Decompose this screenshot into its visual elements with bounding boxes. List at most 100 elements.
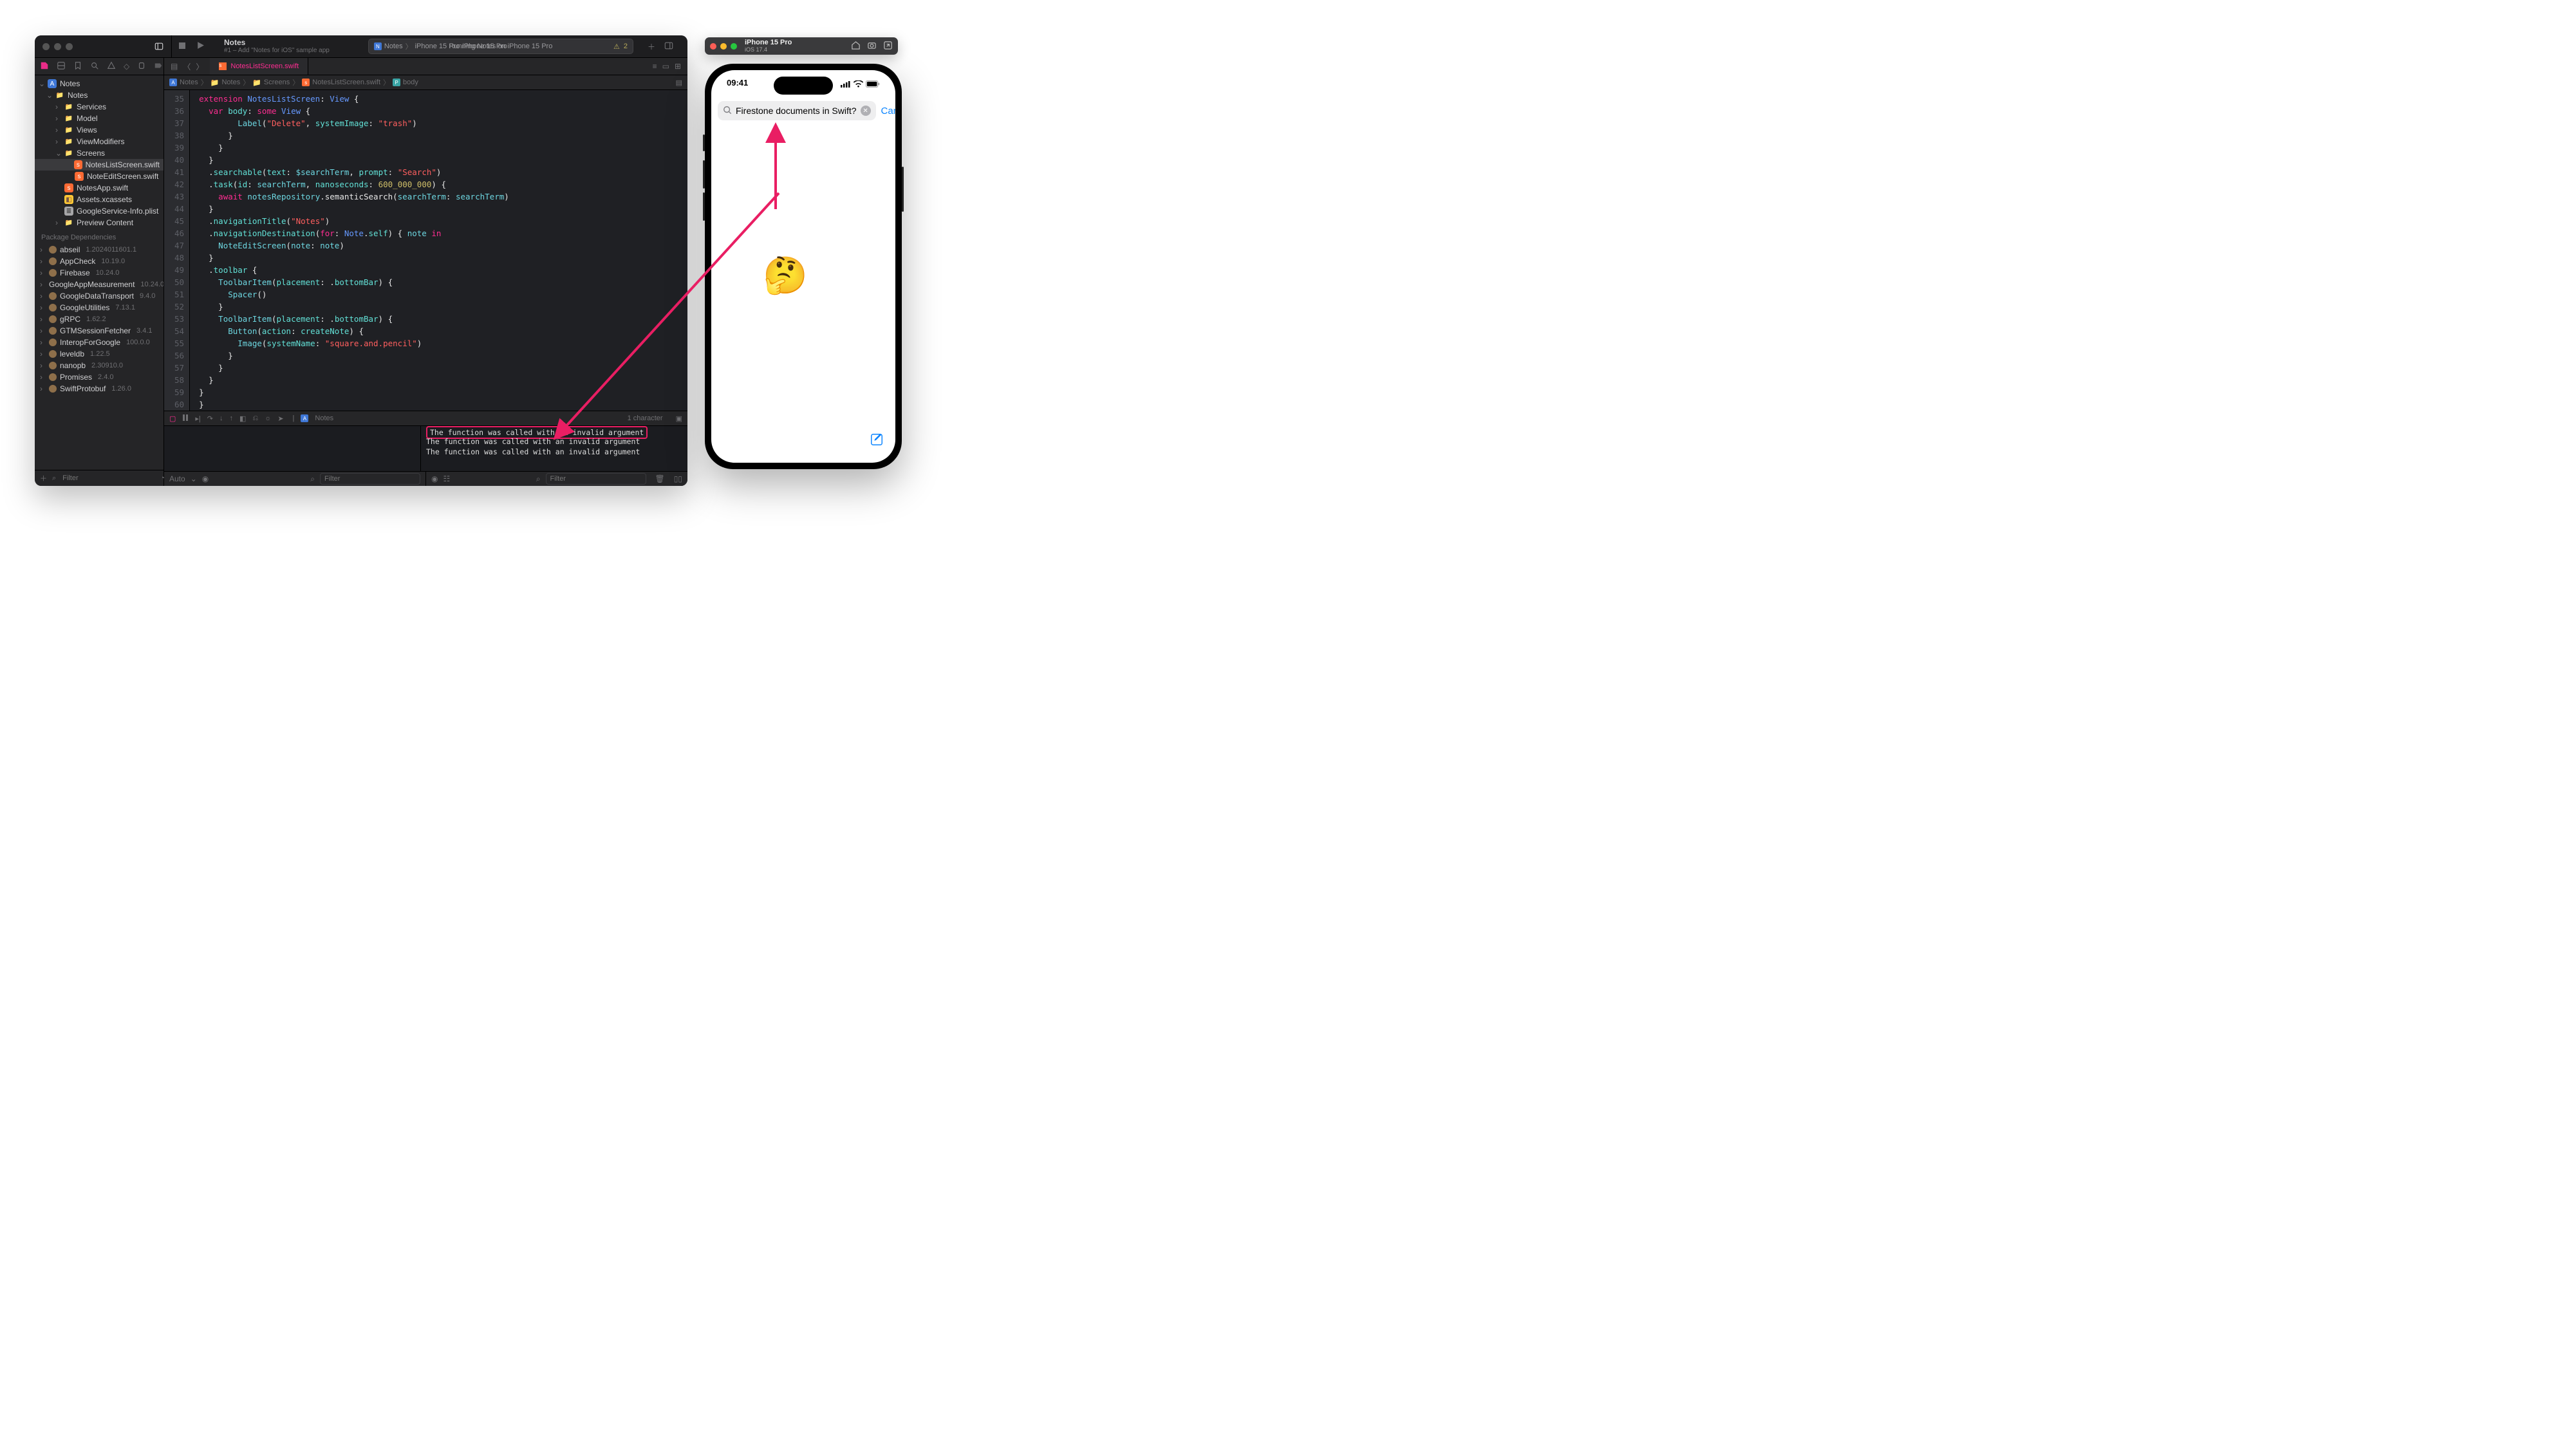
jump-bar[interactable]: ANotes〉 📁 Notes〉 📁 Screens〉 sNotesListSc… (164, 75, 687, 90)
debug-process-label[interactable]: Notes (315, 414, 333, 422)
traffic-max[interactable] (731, 43, 737, 50)
add-icon[interactable]: ＋ (648, 41, 655, 52)
home-icon[interactable] (851, 41, 861, 52)
step-over-icon[interactable]: ↷ (207, 414, 213, 423)
tree-folder-screens[interactable]: ⌄📁Screens (35, 147, 163, 159)
traffic-max[interactable] (66, 43, 73, 50)
continue-icon[interactable]: ▸| (195, 414, 200, 423)
console-eye-icon[interactable]: ◉ (431, 474, 438, 483)
traffic-close[interactable] (710, 43, 716, 50)
add-target-icon[interactable]: ＋ (40, 473, 47, 483)
location-sim-icon[interactable]: ➤ (277, 414, 283, 423)
phone-screen[interactable]: 09:41 Firestone documents in Swift? ✕ Ca… (711, 70, 895, 463)
library-icon[interactable] (664, 41, 673, 52)
console-output[interactable]: The function was called with an invalid … (421, 426, 687, 471)
package-dependency[interactable]: ›gRPC1.62.2 (35, 313, 163, 325)
phone-power-button[interactable] (902, 167, 904, 212)
nav-back-icon[interactable]: 〈 (183, 61, 191, 72)
tree-folder[interactable]: ›📁Model (35, 113, 163, 124)
filter-icon[interactable]: ⌕ (310, 474, 315, 484)
console-metadata-icon[interactable]: ☷ (443, 474, 450, 483)
code-editor[interactable]: 3536373839404142434445464748495051525354… (164, 90, 687, 411)
find-navigator-icon[interactable] (90, 61, 99, 72)
tree-file[interactable]: ›📁Preview Content (35, 217, 163, 228)
package-dependency[interactable]: ›Firebase10.24.0 (35, 267, 163, 279)
sidebar-toggle-icon[interactable] (154, 42, 163, 51)
hide-debug-icon[interactable]: ▢ (169, 414, 176, 423)
package-dependency[interactable]: ›nanopb2.30910.0 (35, 360, 163, 371)
package-dependency[interactable]: ›GTMSessionFetcher3.4.1 (35, 325, 163, 337)
step-out-icon[interactable]: ↑ (230, 414, 234, 422)
package-dependency[interactable]: ›GoogleUtilities7.13.1 (35, 302, 163, 313)
tree-file[interactable]: ◧Assets.xcassets (35, 194, 163, 205)
issue-navigator-icon[interactable] (107, 61, 116, 72)
screenshot-icon[interactable] (867, 41, 877, 52)
environment-overrides-icon[interactable]: ☼ (265, 414, 271, 422)
package-dependency[interactable]: ›SwiftProtobuf1.26.0 (35, 383, 163, 395)
bookmark-navigator-icon[interactable] (73, 61, 82, 72)
package-dependency[interactable]: ›Promises2.4.0 (35, 371, 163, 383)
tree-folder[interactable]: ›📁Services (35, 101, 163, 113)
filter-icon[interactable]: ⌕ (536, 474, 541, 484)
memory-graph-icon[interactable]: ⎌ (252, 414, 258, 423)
console-filter-input[interactable] (546, 473, 646, 485)
pause-icon[interactable] (182, 414, 189, 423)
tree-file-noteedit[interactable]: sNoteEditScreen.swift (35, 171, 163, 182)
compose-note-icon[interactable] (870, 432, 884, 449)
tree-file-noteslist[interactable]: sNotesListScreen.swift (35, 159, 163, 171)
filter-icon[interactable]: ⌕ (52, 474, 56, 483)
traffic-close[interactable] (42, 43, 50, 50)
test-navigator-icon[interactable]: ◇ (124, 62, 129, 71)
external-display-icon[interactable] (883, 41, 893, 52)
warning-icon[interactable]: ⚠︎ (613, 42, 620, 51)
assistant-editor-icon[interactable]: ▭ (662, 62, 669, 71)
phone-volume-down[interactable] (703, 192, 705, 221)
breakpoint-navigator-icon[interactable] (154, 61, 163, 72)
source-control-navigator-icon[interactable] (57, 61, 66, 72)
debug-navigator-icon[interactable] (137, 61, 146, 72)
editor-tab[interactable]: s NotesListScreen.swift (210, 58, 308, 75)
package-dependency[interactable]: ›GoogleDataTransport9.4.0 (35, 290, 163, 302)
activity-bar[interactable]: N Notes 〉 iPhone 15 Pro iPhone 15 Pro Ru… (368, 39, 633, 54)
tree-file[interactable]: ≣GoogleService-Info.plist (35, 205, 163, 217)
project-navigator-icon[interactable] (40, 61, 49, 72)
simulator-window: iPhone 15 Pro iOS 17.4 09:41 (705, 37, 898, 469)
tree-folder[interactable]: ›📁ViewModifiers (35, 136, 163, 147)
project-tree[interactable]: ⌄A Notes ⌄📁 Notes ›📁Services ›📁Model ›📁V… (35, 75, 163, 470)
package-dependency[interactable]: ›abseil1.2024011601.1 (35, 244, 163, 255)
split-console-icon[interactable]: ▯▯ (674, 474, 682, 483)
variables-view[interactable] (164, 426, 421, 471)
navigator-filter-input[interactable] (61, 474, 155, 483)
step-into-icon[interactable]: ↓ (219, 414, 223, 422)
tree-file[interactable]: sNotesApp.swift (35, 182, 163, 194)
cancel-button[interactable]: Cancel (881, 106, 895, 116)
console-view-icon[interactable]: ▣ (676, 414, 682, 423)
package-dependency[interactable]: ›InteropForGoogle100.0.0 (35, 337, 163, 348)
traffic-min[interactable] (720, 43, 727, 50)
view-debug-icon[interactable]: ◧ (239, 414, 246, 423)
traffic-min[interactable] (54, 43, 61, 50)
stop-button[interactable] (178, 42, 186, 51)
editor-options-icon[interactable]: ≡ (653, 62, 657, 71)
add-editor-icon[interactable]: ⊞ (675, 62, 681, 71)
variables-filter-input[interactable] (320, 473, 420, 485)
variables-scope-label[interactable]: Auto (169, 474, 185, 483)
trash-icon[interactable]: 🗑 (655, 474, 665, 483)
phone-silent-switch[interactable] (703, 135, 705, 151)
status-time: 09:41 (727, 78, 748, 91)
package-dependency[interactable]: ›AppCheck10.19.0 (35, 255, 163, 267)
clear-icon[interactable]: ✕ (861, 106, 871, 116)
nav-forward-icon[interactable]: 〉 (196, 61, 203, 72)
package-dependency[interactable]: ›leveldb1.22.5 (35, 348, 163, 360)
eye-icon[interactable]: ◉ (202, 474, 209, 483)
run-button[interactable] (196, 41, 205, 51)
tree-folder[interactable]: ›📁Views (35, 124, 163, 136)
scheme-project[interactable]: Notes #1 – Add "Notes for iOS" sample ap… (224, 39, 330, 54)
minimap-icon[interactable]: ▤ (676, 79, 682, 87)
package-dependency[interactable]: ›GoogleAppMeasurement10.24.0 (35, 279, 163, 290)
related-items-icon[interactable]: ▤ (171, 62, 178, 71)
phone-volume-up[interactable] (703, 160, 705, 189)
tree-root[interactable]: ⌄A Notes (35, 78, 163, 89)
tree-group-notes[interactable]: ⌄📁 Notes (35, 89, 163, 101)
ios-search-field[interactable]: Firestone documents in Swift? ✕ (718, 101, 876, 120)
